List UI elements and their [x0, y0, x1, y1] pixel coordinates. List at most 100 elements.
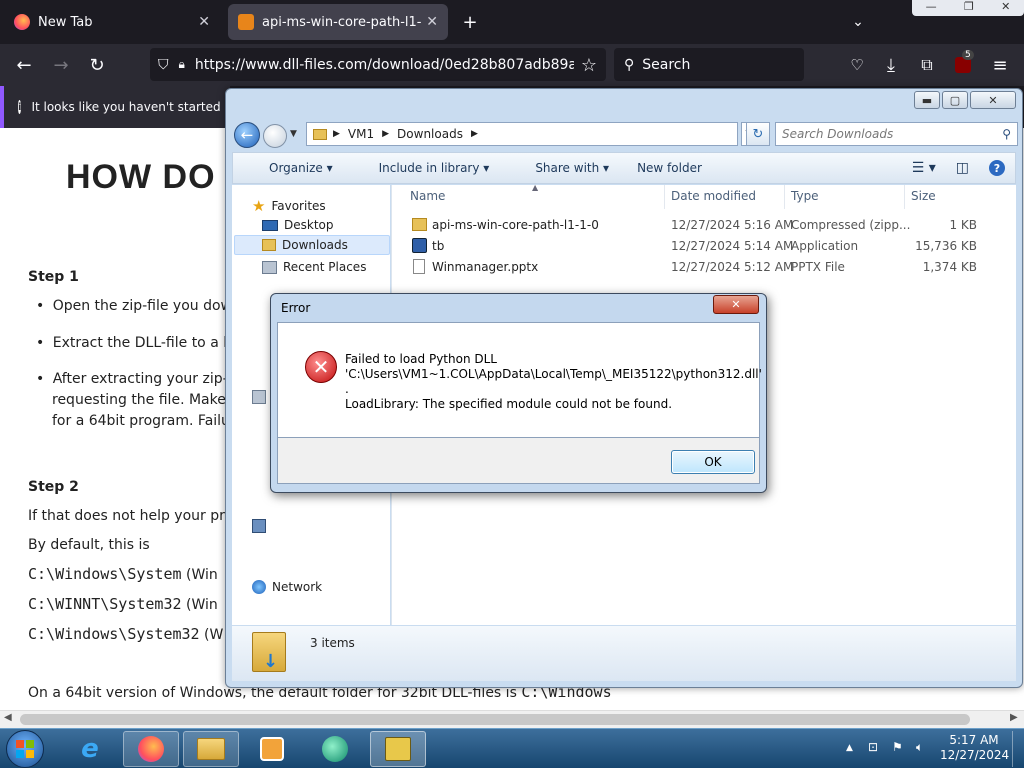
search-input[interactable]: ⚲ Search [614, 48, 804, 81]
firefox-icon[interactable] [123, 731, 179, 767]
minimize-icon[interactable]: — [926, 0, 937, 16]
shield-icon[interactable]: ⛉ [158, 57, 169, 73]
setup-app-icon[interactable] [370, 731, 426, 767]
taskbar: e ▲ ⊡ ⚑ 🔈︎ 5:17 AM 12/27/2024 [0, 728, 1024, 768]
search-input[interactable]: Search Downloads ⚲ [775, 122, 1018, 146]
default-text: By default, this is [28, 537, 150, 553]
column-header-date[interactable]: Date modified [671, 189, 756, 203]
step2-heading: Step 2 [28, 479, 79, 495]
forward-arrow-icon[interactable] [263, 124, 287, 148]
breadcrumb-item[interactable]: VM1 [348, 127, 374, 141]
nav-item-recent[interactable]: Recent Places [262, 260, 366, 274]
zip-folder-icon [412, 218, 427, 231]
list-item: • Open the zip-file you dow [36, 298, 233, 314]
download-icon[interactable]: ⤓ [876, 50, 906, 80]
table-row[interactable]: Winmanager.pptx 12/27/2024 5:12 AM PPTX … [392, 257, 1017, 277]
error-message: LoadLibrary: The specified module could … [345, 397, 673, 411]
firefox-icon [14, 14, 30, 30]
app-icon[interactable] [307, 731, 363, 767]
back-arrow-icon[interactable]: ← [234, 122, 260, 148]
address-bar[interactable]: ▶ VM1 ▶ Downloads ▶ [306, 122, 738, 146]
action-center-icon[interactable]: ⚑ [892, 740, 903, 755]
show-hidden-icons[interactable]: ▲ [846, 741, 853, 756]
path-line: C:\WINNT\System32 (Win [28, 595, 218, 613]
gear-icon [238, 14, 254, 30]
column-header-size[interactable]: Size [911, 189, 936, 203]
column-header-type[interactable]: Type [791, 189, 819, 203]
error-line: Failed to load Python DLL [345, 352, 497, 366]
tab-strip: New Tab ✕ api-ms-win-core-path-l1-1-0.dl… [0, 0, 1024, 44]
share-with-button[interactable]: Share with ▾ [517, 161, 609, 175]
lock-icon[interactable]: 🔒︎ [179, 57, 185, 72]
error-line: . [345, 382, 349, 396]
nav-item-desktop[interactable]: Desktop [262, 218, 334, 232]
tab-label: New Tab [38, 14, 93, 30]
url-text: https://www.dll-files.com/download/0ed28… [194, 56, 604, 73]
breadcrumb-item[interactable]: Downloads [397, 127, 463, 141]
dialog-close-button[interactable]: ✕ [713, 295, 759, 314]
sort-arrow-icon: ▲ [532, 183, 539, 192]
table-row[interactable]: api-ms-win-core-path-l1-1-0 12/27/2024 5… [392, 215, 1017, 235]
pocket-icon[interactable]: ♡ [842, 50, 872, 80]
step2-text: If that does not help your pro [28, 508, 234, 524]
include-library-button[interactable]: Include in library ▾ [361, 161, 490, 175]
url-bar[interactable]: ⛉ 🔒︎ https://www.dll-files.com/download/… [150, 48, 606, 81]
details-pane: ↓ 3 items [232, 626, 1016, 681]
horizontal-scrollbar[interactable]: ◀ ▶ [0, 710, 1024, 728]
preview-pane-icon[interactable]: ◫ [956, 160, 969, 176]
computer-icon[interactable] [252, 519, 266, 533]
nav-network[interactable]: Network [252, 580, 322, 594]
forward-arrow-icon[interactable]: → [46, 50, 76, 80]
error-dialog[interactable]: Error ✕ ✕ Failed to load Python DLL 'C:\… [270, 293, 767, 493]
nav-item-downloads[interactable]: Downloads [234, 235, 390, 255]
ok-button[interactable]: OK [671, 450, 755, 474]
desktop-icon [262, 219, 278, 231]
table-row[interactable]: tb 12/27/2024 5:14 AM Application 15,736… [392, 236, 1017, 256]
view-options-icon[interactable]: ☰ ▾ [912, 160, 936, 176]
extensions-icon[interactable]: ⧉ [912, 50, 942, 80]
nav-favorites[interactable]: ★ Favorites [252, 197, 326, 215]
folder-icon [313, 128, 327, 140]
tab-new-tab[interactable]: New Tab ✕ [4, 4, 220, 40]
close-icon[interactable]: ✕ [198, 14, 210, 30]
organize-button[interactable]: Organize ▾ [251, 161, 333, 175]
libraries-icon[interactable] [252, 390, 266, 404]
network-icon [252, 580, 266, 594]
dialog-footer: OK [277, 438, 760, 484]
downloads-folder-icon [262, 239, 276, 251]
help-icon[interactable]: ? [989, 160, 1005, 176]
recent-pages-icon[interactable]: ▼ [290, 129, 297, 139]
volume-muted-icon[interactable]: 🔈︎ [916, 740, 923, 755]
maximize-button[interactable]: ▢ [942, 91, 968, 109]
media-player-icon[interactable] [244, 731, 300, 767]
close-button[interactable]: ✕ [970, 91, 1016, 109]
clock[interactable]: 5:17 AM 12/27/2024 [940, 733, 1009, 763]
new-tab-button[interactable]: + [455, 7, 485, 37]
close-icon[interactable]: ✕ [426, 14, 438, 30]
network-tray-icon[interactable]: ⊡ [868, 740, 878, 755]
reload-icon[interactable]: ↻ [82, 50, 112, 80]
star-icon: ★ [252, 197, 266, 215]
menu-icon[interactable]: ≡ [985, 50, 1015, 80]
minimize-button[interactable]: ▬ [914, 91, 940, 109]
scrollbar-thumb[interactable] [20, 714, 970, 725]
show-desktop-button[interactable] [1012, 731, 1024, 767]
scroll-left-icon[interactable]: ◀ [4, 712, 12, 723]
list-all-tabs-icon[interactable]: ⌄ [843, 7, 873, 37]
refresh-icon[interactable]: ↻ [746, 122, 770, 146]
column-header-name[interactable]: Name [410, 189, 445, 203]
new-folder-button[interactable]: New folder [637, 161, 702, 175]
close-icon[interactable]: ✕ [1001, 0, 1010, 16]
start-button[interactable] [6, 730, 44, 768]
restore-icon[interactable]: ❐ [964, 0, 974, 16]
bookmark-star-icon[interactable]: ☆ [574, 50, 604, 80]
internet-explorer-icon[interactable]: e [62, 731, 118, 767]
tab-dll-download[interactable]: api-ms-win-core-path-l1-1-0.dll ✕ [228, 4, 448, 40]
back-arrow-icon[interactable]: ← [9, 50, 39, 80]
page-title: HOW DO I [66, 158, 237, 196]
dialog-title: Error [281, 301, 311, 315]
list-item: • After extracting your zip-fi [36, 371, 237, 387]
tab-label: api-ms-win-core-path-l1-1-0.dll [262, 14, 422, 30]
scroll-right-icon[interactable]: ▶ [1010, 712, 1018, 723]
explorer-icon[interactable] [183, 731, 239, 767]
